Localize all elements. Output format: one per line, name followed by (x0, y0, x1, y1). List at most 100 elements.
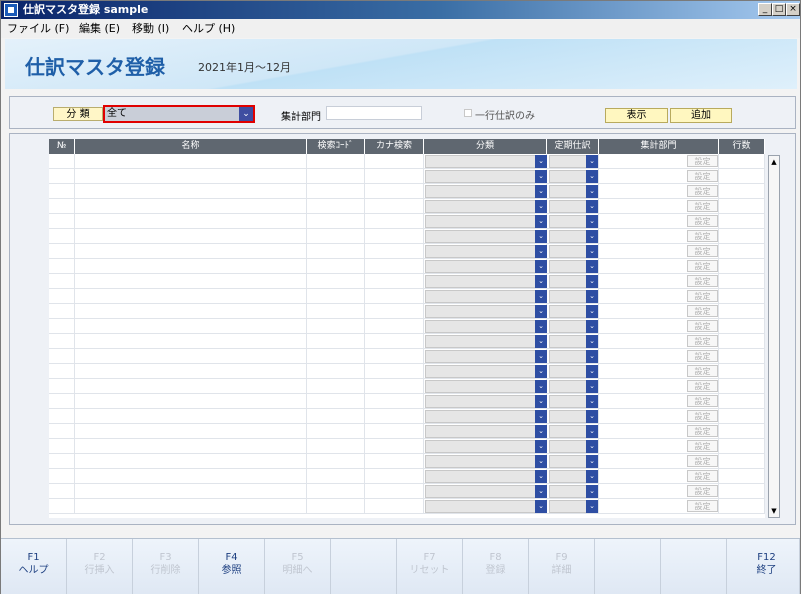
cell-name[interactable] (75, 244, 307, 259)
chevron-down-icon[interactable]: ⌄ (586, 440, 598, 453)
table-row[interactable]: ⌄ ⌄ 設定 (49, 469, 765, 484)
cell-kana[interactable] (365, 169, 424, 184)
cell-search-code[interactable] (307, 409, 365, 424)
chevron-down-icon[interactable]: ⌄ (586, 485, 598, 498)
cell-no[interactable] (49, 379, 75, 394)
cell-no[interactable] (49, 154, 75, 169)
category-dropdown[interactable]: ⌄ (425, 440, 547, 453)
cell-name[interactable] (75, 334, 307, 349)
category-dropdown[interactable]: ⌄ (425, 425, 547, 438)
periodic-dropdown[interactable]: ⌄ (549, 290, 598, 303)
periodic-dropdown[interactable]: ⌄ (549, 155, 598, 168)
periodic-dropdown[interactable]: ⌄ (549, 170, 598, 183)
dept-set-button[interactable]: 設定 (687, 395, 718, 407)
table-row[interactable]: ⌄ ⌄ 設定 (49, 274, 765, 289)
category-dropdown[interactable]: ⌄ (425, 200, 547, 213)
cell-search-code[interactable] (307, 274, 365, 289)
chevron-down-icon[interactable]: ⌄ (586, 230, 598, 243)
dept-set-button[interactable]: 設定 (687, 410, 718, 422)
cell-no[interactable] (49, 394, 75, 409)
cell-search-code[interactable] (307, 484, 365, 499)
cell-kana[interactable] (365, 499, 424, 514)
cell-lines[interactable] (719, 349, 765, 364)
cell-kana[interactable] (365, 379, 424, 394)
cell-no[interactable] (49, 469, 75, 484)
category-dropdown[interactable]: ⌄ (425, 455, 547, 468)
category-dropdown[interactable]: ⌄ (425, 230, 547, 243)
category-dropdown[interactable]: ⌄ (425, 155, 547, 168)
periodic-dropdown[interactable]: ⌄ (549, 425, 598, 438)
maximize-button[interactable]: □ (772, 3, 786, 16)
cell-no[interactable] (49, 184, 75, 199)
periodic-dropdown[interactable]: ⌄ (549, 350, 598, 363)
table-row[interactable]: ⌄ ⌄ 設定 (49, 244, 765, 259)
cell-name[interactable] (75, 229, 307, 244)
fkey-f2[interactable]: F2 行挿入 (67, 539, 133, 594)
cell-name[interactable] (75, 184, 307, 199)
cell-no[interactable] (49, 424, 75, 439)
dept-set-button[interactable]: 設定 (687, 500, 718, 512)
cell-search-code[interactable] (307, 439, 365, 454)
cell-lines[interactable] (719, 394, 765, 409)
dept-set-button[interactable]: 設定 (687, 455, 718, 467)
cell-no[interactable] (49, 349, 75, 364)
cell-kana[interactable] (365, 229, 424, 244)
category-dropdown[interactable]: ⌄ (425, 485, 547, 498)
cell-no[interactable] (49, 499, 75, 514)
periodic-dropdown[interactable]: ⌄ (549, 260, 598, 273)
periodic-dropdown[interactable]: ⌄ (549, 395, 598, 408)
fkey-f9[interactable]: F9 詳細 (529, 539, 595, 594)
chevron-down-icon[interactable]: ⌄ (586, 425, 598, 438)
cell-no[interactable] (49, 409, 75, 424)
cell-kana[interactable] (365, 244, 424, 259)
dept-set-button[interactable]: 設定 (687, 200, 718, 212)
periodic-dropdown[interactable]: ⌄ (549, 455, 598, 468)
cell-search-code[interactable] (307, 154, 365, 169)
category-dropdown[interactable]: ⌄ (425, 305, 547, 318)
periodic-dropdown[interactable]: ⌄ (549, 230, 598, 243)
dept-set-button[interactable]: 設定 (687, 470, 718, 482)
chevron-down-icon[interactable]: ⌄ (535, 245, 547, 258)
cell-search-code[interactable] (307, 424, 365, 439)
cell-name[interactable] (75, 154, 307, 169)
table-row[interactable]: ⌄ ⌄ 設定 (49, 409, 765, 424)
chevron-down-icon[interactable]: ⌄ (535, 155, 547, 168)
cell-kana[interactable] (365, 439, 424, 454)
cell-kana[interactable] (365, 274, 424, 289)
fkey-f8[interactable]: F8 登録 (463, 539, 529, 594)
category-dropdown[interactable]: ⌄ (425, 365, 547, 378)
chevron-down-icon[interactable]: ⌄ (535, 425, 547, 438)
category-dropdown[interactable]: ⌄ (425, 410, 547, 423)
cell-search-code[interactable] (307, 469, 365, 484)
dept-set-button[interactable]: 設定 (687, 440, 718, 452)
table-row[interactable]: ⌄ ⌄ 設定 (49, 454, 765, 469)
table-row[interactable]: ⌄ ⌄ 設定 (49, 199, 765, 214)
table-row[interactable]: ⌄ ⌄ 設定 (49, 349, 765, 364)
dept-set-button[interactable]: 設定 (687, 245, 718, 257)
category-select[interactable]: 全て ⌄ (103, 105, 255, 123)
cell-name[interactable] (75, 274, 307, 289)
cell-no[interactable] (49, 169, 75, 184)
cell-no[interactable] (49, 454, 75, 469)
periodic-dropdown[interactable]: ⌄ (549, 245, 598, 258)
chevron-down-icon[interactable]: ⌄ (535, 230, 547, 243)
cell-name[interactable] (75, 259, 307, 274)
cell-no[interactable] (49, 229, 75, 244)
dept-set-button[interactable]: 設定 (687, 380, 718, 392)
category-dropdown[interactable]: ⌄ (425, 275, 547, 288)
cell-search-code[interactable] (307, 334, 365, 349)
chevron-down-icon[interactable]: ⌄ (239, 107, 253, 121)
periodic-dropdown[interactable]: ⌄ (549, 410, 598, 423)
chevron-down-icon[interactable]: ⌄ (535, 275, 547, 288)
chevron-down-icon[interactable]: ⌄ (586, 410, 598, 423)
cell-no[interactable] (49, 274, 75, 289)
table-row[interactable]: ⌄ ⌄ 設定 (49, 154, 765, 169)
cell-search-code[interactable] (307, 499, 365, 514)
cell-name[interactable] (75, 394, 307, 409)
chevron-down-icon[interactable]: ⌄ (586, 185, 598, 198)
cell-name[interactable] (75, 454, 307, 469)
cell-kana[interactable] (365, 259, 424, 274)
cell-lines[interactable] (719, 259, 765, 274)
cell-no[interactable] (49, 319, 75, 334)
dept-set-button[interactable]: 設定 (687, 185, 718, 197)
